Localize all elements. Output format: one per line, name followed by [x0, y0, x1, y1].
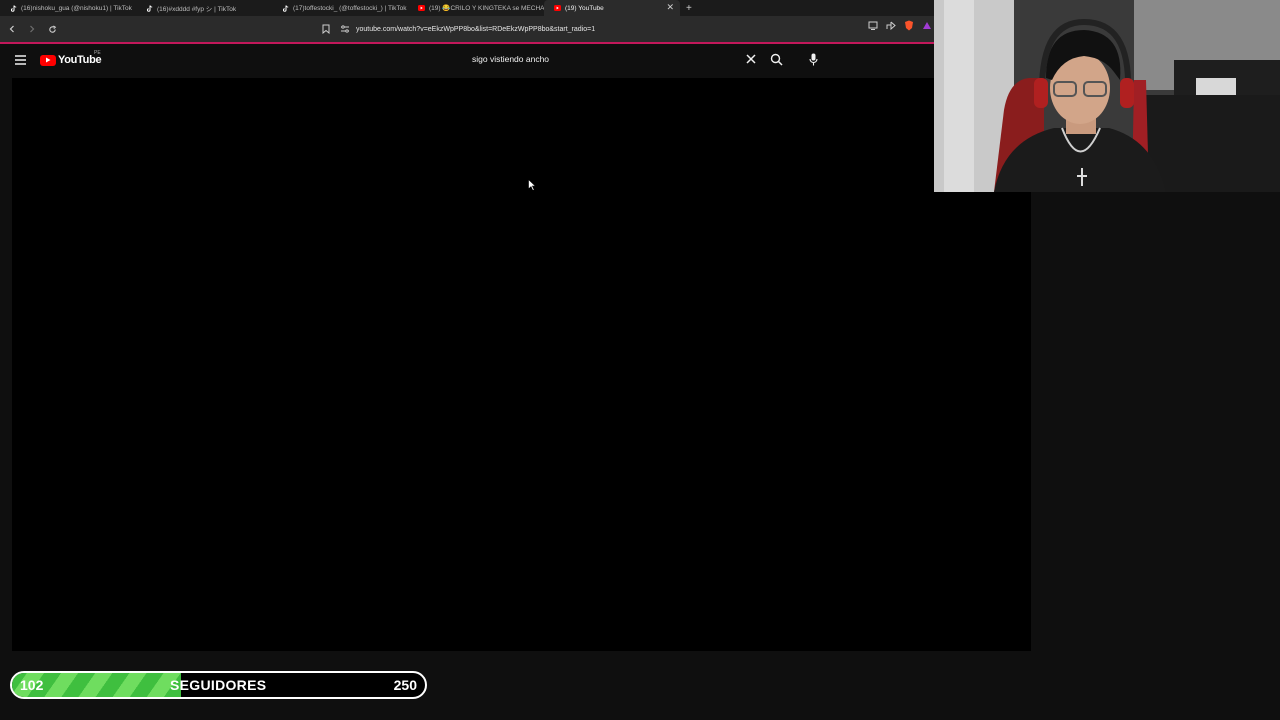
cast-icon[interactable] [868, 21, 878, 30]
browser-tab[interactable]: (16)#xdddd #fyp シ | TikTok [136, 0, 272, 16]
browser-tab[interactable]: (17)toffestocki_ (@toffestocki_) | TikTo… [272, 0, 408, 16]
tab-title: (16)nishoku_gua (@nishoku1) | TikTok [21, 4, 132, 12]
mouse-cursor-icon [528, 179, 536, 191]
tiktok-icon [10, 4, 17, 12]
tab-title: (19) YouTube [565, 4, 604, 12]
goal-label: SEGUIDORES [170, 677, 267, 693]
youtube-play-logo-icon [40, 54, 56, 66]
browser-tab-strip: (16)nishoku_gua (@nishoku1) | TikTok (16)… [0, 0, 934, 16]
forward-arrow-icon [30, 25, 35, 33]
youtube-logo[interactable]: YouTube PE [40, 50, 102, 70]
youtube-icon [554, 5, 561, 12]
tiktok-icon [282, 4, 289, 12]
voice-search-button[interactable] [802, 48, 824, 70]
browser-tab[interactable]: (19) YouTube ✕ [544, 0, 680, 16]
search-query-text[interactable]: sigo vistiendo ancho [472, 54, 549, 64]
back-button[interactable] [4, 21, 20, 37]
clear-search-icon[interactable] [744, 52, 758, 66]
region-code: PE [94, 50, 101, 56]
video-player[interactable] [12, 78, 1031, 651]
hamburger-menu-icon[interactable] [14, 54, 27, 66]
search-icon [770, 53, 783, 66]
new-tab-icon[interactable]: + [686, 3, 692, 14]
tiktok-icon [146, 4, 153, 12]
tab-title: (16)#xdddd #fyp シ | TikTok [157, 6, 237, 13]
tab-title: (17)toffestocki_ (@toffestocki_) | TikTo… [293, 4, 407, 12]
close-tab-icon[interactable]: ✕ [666, 2, 674, 13]
brave-shield-icon[interactable] [904, 20, 914, 31]
youtube-icon [418, 5, 425, 12]
toolbar-right-icons [868, 20, 934, 31]
bookmark-icon[interactable] [322, 24, 330, 34]
reload-icon [48, 24, 56, 33]
reload-button[interactable] [44, 21, 60, 37]
share-icon[interactable] [886, 21, 896, 30]
forward-button[interactable] [24, 21, 40, 37]
address-bar[interactable]: youtube.com/watch?v=eEkzWpPP8bo&list=RDe… [322, 20, 882, 38]
goal-target-count: 250 [393, 677, 417, 693]
browser-toolbar: youtube.com/watch?v=eEkzWpPP8bo&list=RDe… [0, 16, 934, 42]
streamer-webcam [934, 0, 1280, 192]
browser-tab[interactable]: (16)nishoku_gua (@nishoku1) | TikTok [0, 0, 136, 16]
youtube-header: YouTube PE sigo vistiendo ancho [0, 44, 934, 78]
search-input[interactable]: sigo vistiendo ancho [462, 47, 762, 71]
rewards-icon[interactable] [922, 21, 932, 30]
follower-goal-bar: 102 SEGUIDORES 250 [10, 671, 427, 699]
site-settings-icon[interactable] [340, 25, 350, 33]
browser-tab[interactable]: (19) 😂CRILO Y KINGTEKA se MECHAN [408, 0, 544, 16]
side-panel [1031, 192, 1280, 651]
search-button[interactable] [765, 48, 787, 70]
goal-current-count: 102 [20, 677, 44, 693]
back-arrow-icon [9, 25, 14, 33]
tab-title: (19) 😂CRILO Y KINGTEKA se MECHAN [429, 5, 544, 12]
url-text[interactable]: youtube.com/watch?v=eEkzWpPP8bo&list=RDe… [356, 26, 595, 33]
microphone-icon [808, 53, 818, 65]
